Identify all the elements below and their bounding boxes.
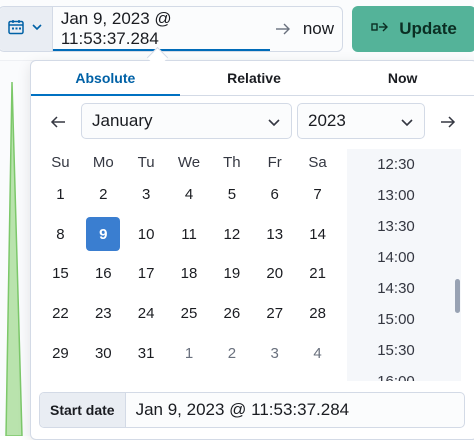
time-option[interactable]: 12:30 (347, 149, 453, 180)
weekday-header: Su Mo Tu We Th Fr Sa (39, 149, 339, 175)
time-option[interactable]: 14:00 (347, 242, 453, 273)
weekday-label: Su (51, 153, 70, 171)
weekday-label: Tu (137, 153, 155, 171)
chevron-down-icon (31, 20, 43, 38)
year-select-value: 2023 (308, 111, 346, 130)
calendar-day[interactable]: 7 (296, 175, 339, 215)
arrow-right-icon (270, 23, 295, 35)
calendar-day[interactable]: 15 (39, 254, 82, 294)
calendar-day[interactable]: 31 (125, 333, 168, 373)
time-option[interactable]: 15:00 (347, 304, 453, 335)
calendar-day[interactable]: 29 (39, 333, 82, 373)
end-date-button[interactable]: now (295, 19, 342, 39)
calendar-day[interactable]: 11 (168, 215, 211, 255)
chevron-down-icon (267, 115, 281, 135)
calendar-day[interactable]: 13 (253, 215, 296, 255)
chevron-down-icon (400, 115, 414, 135)
tab-relative[interactable]: Relative (180, 61, 329, 95)
year-select[interactable]: 2023 (297, 103, 425, 139)
time-list-scrollbar[interactable] (455, 279, 460, 313)
time-option[interactable]: 13:00 (347, 180, 453, 211)
calendar-day-next-month[interactable]: 1 (168, 333, 211, 373)
tab-now[interactable]: Now (328, 61, 474, 95)
calendar-day[interactable]: 27 (253, 294, 296, 334)
quick-select-button[interactable] (0, 7, 53, 51)
query-bar: Jan 9, 2023 @ 11:53:37.284 now Update (0, 0, 474, 61)
calendar-day-next-month[interactable]: 4 (296, 333, 339, 373)
calendar-day-next-month[interactable]: 3 (253, 333, 296, 373)
calendar-day[interactable]: 6 (253, 175, 296, 215)
calendar-day[interactable]: 12 (210, 215, 253, 255)
calendar-day-next-month[interactable]: 2 (210, 333, 253, 373)
calendar-day[interactable]: 5 (210, 175, 253, 215)
calendar-day-selected[interactable]: 9 (82, 215, 125, 255)
date-picker-popover: Absolute Relative Now January 2023 Su Mo… (30, 60, 474, 440)
time-option[interactable]: 14:30 (347, 273, 453, 304)
calendar-day[interactable]: 26 (210, 294, 253, 334)
calendar-grid: Su Mo Tu We Th Fr Sa 1 2 3 4 5 6 7 8 9 1… (39, 149, 339, 373)
calendar-week-row: 15 16 17 18 19 20 21 (39, 254, 339, 294)
start-date-input[interactable]: Jan 9, 2023 @ 11:53:37.284 (126, 400, 360, 420)
calendar-week-row: 29 30 31 1 2 3 4 (39, 333, 339, 373)
selected-day-label: 9 (86, 217, 121, 252)
calendar-week-row: 22 23 24 25 26 27 28 (39, 294, 339, 334)
date-picker-control: Jan 9, 2023 @ 11:53:37.284 now (0, 6, 343, 52)
next-month-arrow-icon[interactable] (437, 111, 459, 133)
calendar-day[interactable]: 23 (82, 294, 125, 334)
calendar-day[interactable]: 4 (168, 175, 211, 215)
calendar-day[interactable]: 18 (168, 254, 211, 294)
calendar-day[interactable]: 3 (125, 175, 168, 215)
calendar-day[interactable]: 1 (39, 175, 82, 215)
calendar-day[interactable]: 28 (296, 294, 339, 334)
calendar-day[interactable]: 19 (210, 254, 253, 294)
weekday-label: Th (223, 153, 241, 171)
start-date-button[interactable]: Jan 9, 2023 @ 11:53:37.284 (52, 7, 271, 51)
calendar-day[interactable]: 20 (253, 254, 296, 294)
time-option[interactable]: 15:30 (347, 335, 453, 366)
month-year-navigation: January 2023 (31, 103, 474, 141)
month-select[interactable]: January (81, 103, 292, 139)
time-option[interactable]: 16:00 (347, 366, 453, 381)
calendar-icon (7, 18, 25, 41)
calendar-day[interactable]: 22 (39, 294, 82, 334)
calendar-week-row: 8 9 10 11 12 13 14 (39, 215, 339, 255)
popover-tabs: Absolute Relative Now (31, 61, 474, 96)
weekday-label: Fr (267, 153, 282, 171)
calendar-week-row: 1 2 3 4 5 6 7 (39, 175, 339, 215)
calendar-day[interactable]: 8 (39, 215, 82, 255)
time-list[interactable]: 12:30 13:00 13:30 14:00 14:30 15:00 15:3… (347, 149, 461, 381)
time-option[interactable]: 13:30 (347, 211, 453, 242)
update-button[interactable]: Update (352, 6, 474, 52)
calendar-day[interactable]: 10 (125, 215, 168, 255)
weekday-label: We (177, 153, 201, 171)
weekday-label: Sa (308, 153, 327, 171)
calendar-day[interactable]: 16 (82, 254, 125, 294)
calendar-day[interactable]: 17 (125, 254, 168, 294)
start-date-label: Start date (40, 393, 126, 427)
calendar-day[interactable]: 24 (125, 294, 168, 334)
calendar-day[interactable]: 30 (82, 333, 125, 373)
start-date-row: Start date Jan 9, 2023 @ 11:53:37.284 (39, 392, 465, 428)
calendar-day[interactable]: 14 (296, 215, 339, 255)
month-select-value: January (92, 111, 153, 130)
update-label: Update (399, 19, 457, 38)
calendar-day[interactable]: 2 (82, 175, 125, 215)
calendar-day[interactable]: 25 (168, 294, 211, 334)
refresh-icon (371, 19, 389, 40)
previous-month-arrow-icon[interactable] (47, 111, 69, 133)
weekday-label: Mo (92, 153, 114, 171)
calendar-day[interactable]: 21 (296, 254, 339, 294)
